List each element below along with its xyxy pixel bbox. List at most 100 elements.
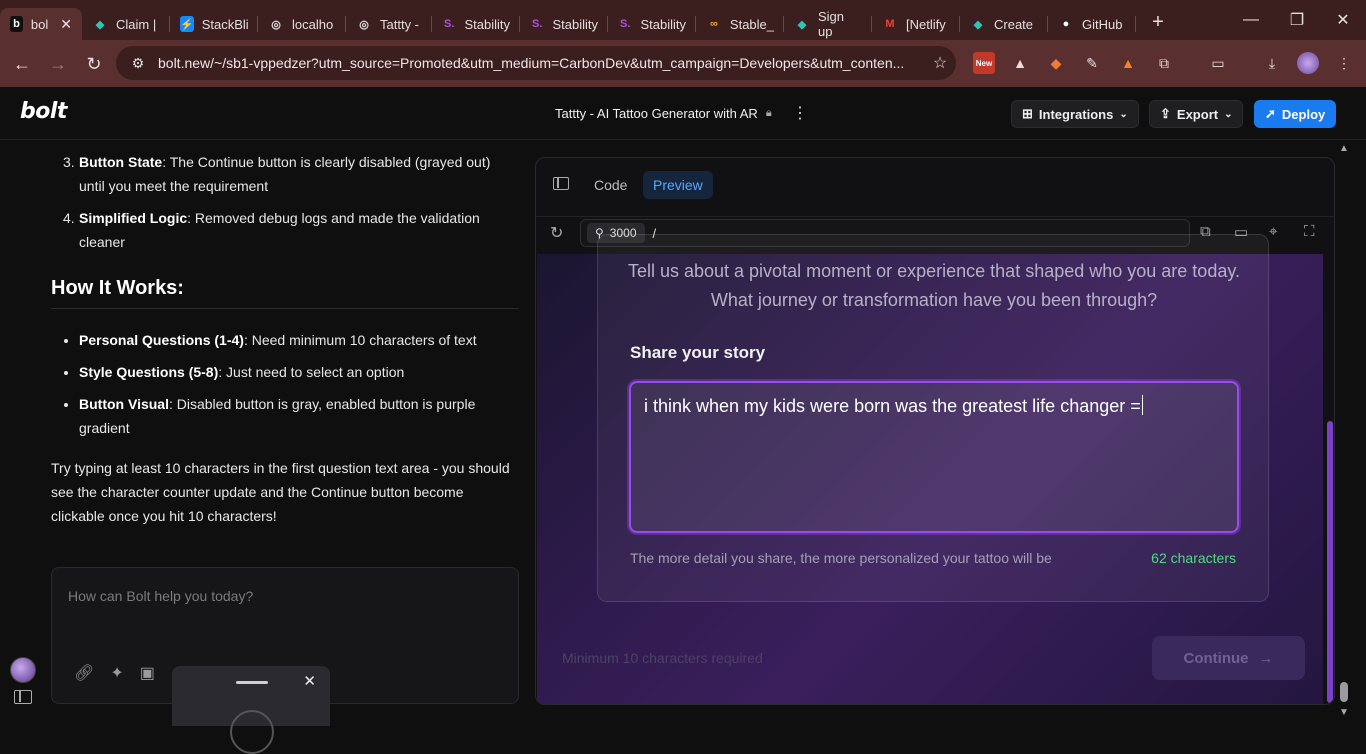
export-button[interactable]: ⇪ Export ⌄ bbox=[1149, 100, 1244, 128]
continue-button[interactable]: Continue → bbox=[1152, 636, 1305, 680]
bullet-list: Personal Questions (1-4): Need minimum 1… bbox=[79, 328, 519, 448]
browser-tab-bar: b bol ✕ ◆ Claim | ⚡ StackBli ◎ localho ◎… bbox=[0, 0, 1366, 40]
tab-create[interactable]: ◆ Create bbox=[960, 8, 1048, 40]
integrations-grid-icon: ⊞ bbox=[1022, 106, 1033, 121]
tab-stability-3[interactable]: S. Stability bbox=[608, 8, 696, 40]
tab-claim[interactable]: ◆ Claim | bbox=[82, 8, 170, 40]
section-heading: How It Works: bbox=[51, 277, 519, 309]
list-item: Style Questions (5-8): Just need to sele… bbox=[79, 360, 519, 384]
list-item: Button Visual: Disabled button is gray, … bbox=[79, 392, 519, 440]
export-label: Export bbox=[1176, 106, 1219, 122]
site-info-icon[interactable]: ⚙ bbox=[126, 51, 150, 75]
download-icon[interactable]: ⤓ bbox=[1261, 52, 1283, 74]
close-icon[interactable]: ✕ bbox=[303, 672, 316, 690]
preview-scrollbar[interactable] bbox=[1327, 421, 1333, 703]
tab-localhost[interactable]: ◎ localho bbox=[258, 8, 346, 40]
minimize-icon[interactable]: — bbox=[1228, 0, 1274, 40]
preview-reload-icon[interactable]: ↻ bbox=[550, 223, 563, 243]
tab-label: Stability bbox=[464, 16, 510, 32]
tab-stable[interactable]: ∞ Stable_ bbox=[696, 8, 784, 40]
tab-label: Stability bbox=[552, 16, 598, 32]
discuss-chat-icon[interactable]: ▣ bbox=[140, 663, 155, 683]
gmail-favicon-icon: M bbox=[885, 18, 895, 30]
sidebar-toggle-icon[interactable] bbox=[14, 690, 32, 704]
project-menu-icon[interactable]: ⋮ bbox=[792, 103, 808, 123]
numbered-list: 3. Button State: The Continue button is … bbox=[63, 150, 519, 262]
app-header: bolt Tattty - AI Tattoo Generator with A… bbox=[0, 87, 1366, 140]
workbench-tabs: Code Preview bbox=[536, 158, 1334, 208]
widget-knob[interactable] bbox=[230, 710, 274, 754]
scroll-up-icon[interactable]: ▲ bbox=[1339, 143, 1349, 154]
scroll-thumb[interactable] bbox=[1340, 682, 1348, 702]
tab-label: Create bbox=[994, 16, 1034, 32]
story-value: i think when my kids were born was the g… bbox=[644, 396, 1141, 416]
tab-label: [Netlify bbox=[906, 16, 946, 32]
tab-netlify[interactable]: M [Netlify bbox=[872, 8, 960, 40]
new-badge: New bbox=[975, 58, 993, 68]
extensions-puzzle-icon[interactable]: ⧉ bbox=[1153, 52, 1175, 74]
panel-toggle-icon[interactable] bbox=[553, 177, 569, 190]
reload-icon[interactable]: ↻ bbox=[76, 46, 112, 82]
close-tab-icon[interactable]: ✕ bbox=[60, 16, 72, 33]
tab-label: Stable_ bbox=[729, 16, 774, 32]
rocket-icon: ➚ bbox=[1265, 106, 1276, 121]
cast-icon[interactable]: ▭ bbox=[1207, 52, 1229, 74]
tab-bolt[interactable]: b bol ✕ bbox=[0, 8, 82, 40]
extension-pen-icon[interactable]: ✎ bbox=[1081, 52, 1103, 74]
new-tab-button[interactable]: + bbox=[1144, 8, 1172, 36]
tab-label: Claim | bbox=[116, 16, 157, 32]
tab-code[interactable]: Code bbox=[584, 171, 637, 199]
tab-stability-2[interactable]: S. Stability bbox=[520, 8, 608, 40]
fullscreen-icon[interactable]: ⛶ bbox=[1304, 223, 1315, 240]
forward-icon[interactable]: → bbox=[40, 46, 76, 82]
continue-label: Continue bbox=[1183, 649, 1249, 667]
scroll-down-icon[interactable]: ▼ bbox=[1339, 707, 1349, 718]
window-controls: — ❐ ✕ bbox=[1228, 0, 1366, 40]
extension-triangle-icon[interactable]: ▲ bbox=[1009, 52, 1031, 74]
profile-avatar[interactable] bbox=[1297, 52, 1319, 74]
deploy-button[interactable]: ➚ Deploy bbox=[1254, 100, 1337, 128]
restore-icon[interactable]: ❐ bbox=[1274, 0, 1320, 40]
tab-signup[interactable]: ◆ Sign up bbox=[784, 8, 872, 40]
arrow-right-icon: → bbox=[1258, 649, 1274, 667]
list-item-title: Personal Questions (1-4) bbox=[79, 332, 244, 348]
extension-puzzle-color-icon[interactable]: ◆ bbox=[1045, 52, 1067, 74]
preview-viewport: Tell us about a pivotal moment or experi… bbox=[537, 234, 1323, 704]
bookmark-star-icon[interactable]: ☆ bbox=[924, 53, 956, 73]
drag-handle[interactable] bbox=[236, 681, 268, 684]
list-item-text: : Just need to select an option bbox=[218, 364, 405, 380]
extension-fox-icon[interactable]: ▲ bbox=[1117, 52, 1139, 74]
list-item: 4. Simplified Logic: Removed debug logs … bbox=[63, 206, 519, 254]
github-favicon-icon: ● bbox=[1062, 18, 1070, 30]
tab-label: StackBli bbox=[201, 16, 249, 32]
project-title[interactable]: Tattty - AI Tattoo Generator with AR 🔒︎ bbox=[555, 106, 772, 121]
min-requirement-text: Minimum 10 characters required bbox=[562, 650, 763, 666]
globe-favicon-icon: ◎ bbox=[271, 18, 281, 31]
tab-label: Stability bbox=[640, 16, 686, 32]
list-item: Personal Questions (1-4): Need minimum 1… bbox=[79, 328, 519, 352]
user-avatar[interactable] bbox=[10, 657, 36, 683]
attach-link-icon[interactable]: 🔗︎ bbox=[74, 663, 94, 683]
tab-tattty[interactable]: ◎ Tattty - bbox=[346, 8, 432, 40]
list-item-title: Button State bbox=[79, 154, 163, 170]
field-hint: The more detail you share, the more pers… bbox=[630, 550, 1052, 566]
chat-panel: 3. Button State: The Continue button is … bbox=[0, 141, 535, 754]
browser-menu-icon[interactable]: ⋮ bbox=[1333, 52, 1355, 74]
back-icon[interactable]: ← bbox=[4, 46, 40, 82]
tab-preview[interactable]: Preview bbox=[643, 171, 713, 199]
enhance-sparkle-icon[interactable]: ✦ bbox=[110, 663, 123, 683]
page-scrollbar[interactable]: ▲ ▼ bbox=[1337, 141, 1351, 720]
stackblitz-favicon-icon: ⚡ bbox=[180, 16, 194, 32]
tab-stackblitz[interactable]: ⚡ StackBli bbox=[170, 8, 258, 40]
integrations-button[interactable]: ⊞ Integrations ⌄ bbox=[1011, 100, 1139, 128]
tab-stability-1[interactable]: S. Stability bbox=[432, 8, 520, 40]
address-bar[interactable]: ⚙ bolt.new/~/sb1-vppedzer?utm_source=Pro… bbox=[116, 46, 956, 80]
inspect-cursor-icon[interactable]: ⌖ bbox=[1269, 223, 1277, 240]
list-number: 3. bbox=[63, 154, 75, 170]
prompt-tools: 🔗︎ ✦ ▣ bbox=[74, 663, 155, 683]
story-textarea[interactable]: i think when my kids were born was the g… bbox=[629, 381, 1239, 533]
close-window-icon[interactable]: ✕ bbox=[1320, 0, 1366, 40]
tab-github[interactable]: ● GitHub bbox=[1048, 8, 1136, 40]
extension-new-icon[interactable]: New bbox=[973, 52, 995, 74]
bolt-logo[interactable]: bolt bbox=[20, 99, 67, 124]
